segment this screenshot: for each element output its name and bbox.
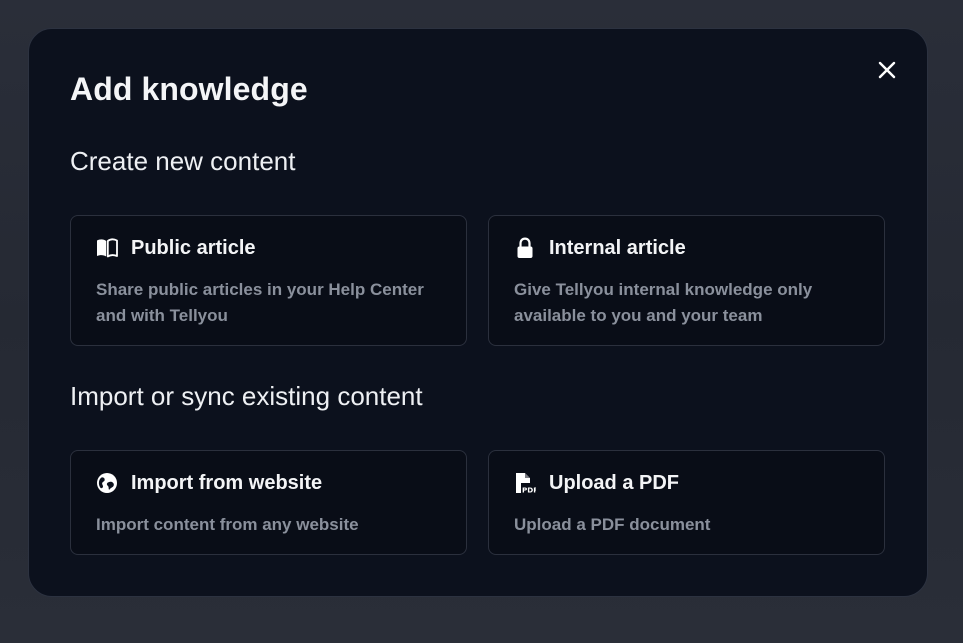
book-open-icon bbox=[96, 237, 118, 259]
card-header: Public article bbox=[96, 236, 256, 260]
modal-title: Add knowledge bbox=[70, 71, 308, 107]
card-description: Give Tellyou internal knowledge only ava… bbox=[514, 280, 813, 325]
internal-article-card[interactable]: Internal article Give Tellyou internal k… bbox=[488, 215, 885, 346]
card-description: Upload a PDF document bbox=[514, 515, 711, 534]
close-button[interactable] bbox=[874, 57, 900, 83]
globe-icon bbox=[96, 472, 118, 494]
card-title: Public article bbox=[131, 236, 256, 259]
card-title: Internal article bbox=[549, 236, 686, 259]
svg-text:PDF: PDF bbox=[522, 486, 536, 495]
card-title: Upload a PDF bbox=[549, 471, 680, 494]
close-icon[interactable] bbox=[878, 61, 896, 79]
card-description: Import content from any website bbox=[96, 515, 359, 534]
import-from-website-card[interactable]: Import from website Import content from … bbox=[70, 450, 467, 555]
add-knowledge-modal: Add knowledge Create new content Public … bbox=[28, 28, 928, 597]
lock-icon bbox=[514, 237, 536, 259]
pdf-file-icon: PDF bbox=[514, 472, 536, 494]
section-title-create: Create new content bbox=[70, 146, 296, 176]
public-article-card[interactable]: Public article Share public articles in … bbox=[70, 215, 467, 346]
card-title: Import from website bbox=[131, 471, 323, 494]
card-header: Import from website bbox=[96, 471, 322, 495]
card-header: Internal article bbox=[514, 236, 686, 260]
upload-pdf-card[interactable]: PDF Upload a PDF Upload a PDF document bbox=[488, 450, 885, 555]
card-description: Share public articles in your Help Cente… bbox=[96, 280, 424, 325]
section-title-import: Import or sync existing content bbox=[70, 381, 423, 411]
card-header: PDF Upload a PDF bbox=[514, 471, 679, 495]
